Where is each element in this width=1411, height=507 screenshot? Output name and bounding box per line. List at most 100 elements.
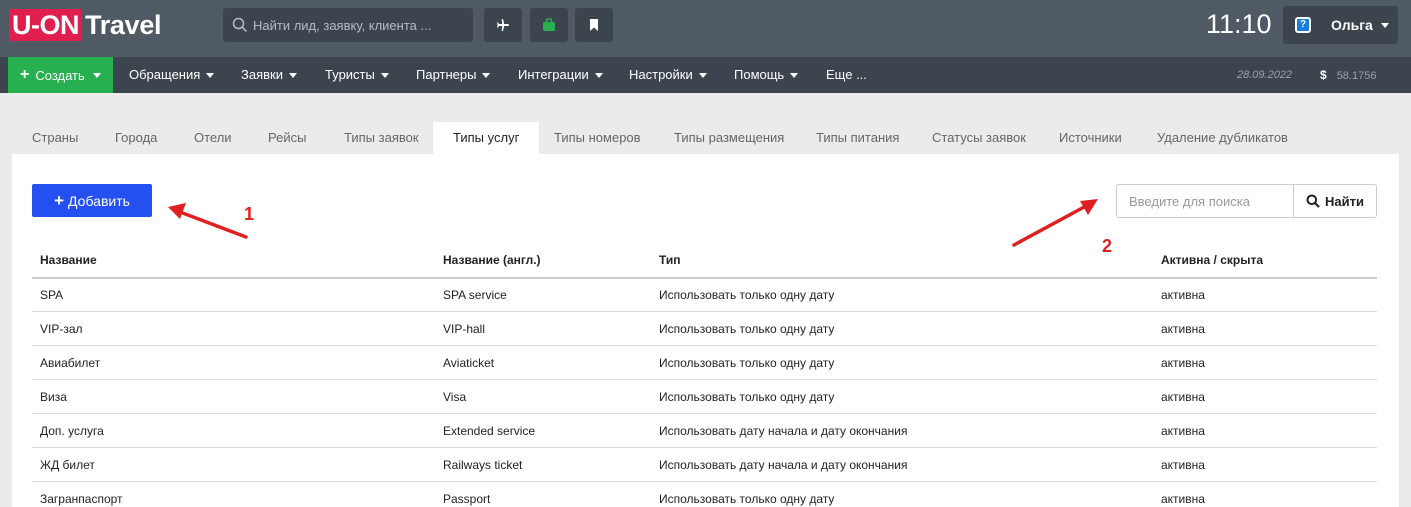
table-cell: активна bbox=[1161, 356, 1205, 370]
user-menu[interactable]: ? Ольга bbox=[1283, 6, 1398, 44]
chevron-down-icon bbox=[288, 73, 297, 79]
chevron-down-icon bbox=[380, 73, 389, 79]
table-cell[interactable]: Виза bbox=[40, 390, 67, 404]
column-header-name-en[interactable]: Название (англ.) bbox=[443, 253, 541, 267]
nav-item-orders[interactable]: Заявки bbox=[241, 57, 297, 93]
table-cell: Использовать только одну дату bbox=[659, 322, 835, 336]
table-cell: Использовать только одну дату bbox=[659, 390, 835, 404]
help-icon[interactable]: ? bbox=[1295, 17, 1311, 33]
search-button-label: Найти bbox=[1325, 193, 1364, 209]
row-divider bbox=[32, 379, 1377, 380]
table-cell: Использовать дату начала и дату окончани… bbox=[659, 458, 908, 472]
search-button[interactable]: Найти bbox=[1293, 184, 1377, 218]
nav-item-requests[interactable]: Обращения bbox=[129, 57, 215, 93]
user-name: Ольга bbox=[1331, 17, 1373, 33]
table-cell[interactable]: Авиабилет bbox=[40, 356, 100, 370]
bookmarks-button[interactable] bbox=[575, 8, 613, 42]
annotation-label-2: 2 bbox=[1102, 236, 1113, 256]
table-cell: SPA service bbox=[443, 288, 507, 302]
column-header-type[interactable]: Тип bbox=[659, 253, 681, 267]
currency-rate[interactable]: $58.1756 bbox=[1320, 57, 1376, 93]
column-header-status[interactable]: Активна / скрыта bbox=[1161, 253, 1263, 267]
row-divider bbox=[32, 311, 1377, 312]
table-cell: Использовать только одну дату bbox=[659, 356, 835, 370]
add-button[interactable]: + Добавить bbox=[32, 184, 152, 217]
chevron-down-icon bbox=[790, 73, 799, 79]
nav-item-label: Еще ... bbox=[826, 67, 867, 82]
search-input[interactable] bbox=[1116, 184, 1294, 218]
chevron-down-icon bbox=[698, 73, 707, 79]
table-cell[interactable]: ЖД билет bbox=[40, 458, 95, 472]
nav-item-label: Помощь bbox=[734, 67, 785, 82]
create-label: Создать bbox=[35, 67, 85, 83]
tab-sources[interactable]: Источники bbox=[1059, 122, 1122, 154]
table-cell[interactable]: Загранпаспорт bbox=[40, 492, 123, 506]
bag-icon bbox=[543, 18, 555, 31]
tab-request-statuses[interactable]: Статусы заявок bbox=[932, 122, 1026, 154]
global-search[interactable] bbox=[223, 8, 473, 42]
create-button[interactable]: + Создать bbox=[8, 57, 113, 93]
flights-button[interactable] bbox=[484, 8, 522, 42]
plane-icon bbox=[497, 19, 509, 31]
chevron-down-icon bbox=[594, 73, 603, 79]
nav-item-help[interactable]: Помощь bbox=[734, 57, 799, 93]
search-icon bbox=[1306, 194, 1320, 208]
chevron-down-icon bbox=[482, 73, 491, 79]
tab-cities[interactable]: Города bbox=[115, 122, 157, 154]
tab-hotels[interactable]: Отели bbox=[194, 122, 232, 154]
table-cell: активна bbox=[1161, 458, 1205, 472]
plus-icon: + bbox=[20, 66, 30, 83]
bookmark-icon bbox=[590, 19, 598, 31]
table-cell: VIP-hall bbox=[443, 322, 486, 336]
tab-service-types[interactable]: Типы услуг bbox=[433, 122, 540, 154]
table-header-divider bbox=[32, 277, 1377, 279]
tab-countries[interactable]: Страны bbox=[32, 122, 78, 154]
logo-text: Travel bbox=[85, 9, 162, 40]
tab-meal-types[interactable]: Типы питания bbox=[816, 122, 899, 154]
column-header-name[interactable]: Название bbox=[40, 253, 97, 267]
table-cell[interactable]: SPA bbox=[40, 288, 63, 302]
nav-item-label: Обращения bbox=[129, 67, 201, 82]
table-cell: Использовать только одну дату bbox=[659, 288, 835, 302]
table-cell: активна bbox=[1161, 390, 1205, 404]
row-divider bbox=[32, 413, 1377, 414]
tab-request-types[interactable]: Типы заявок bbox=[344, 122, 419, 154]
nav-item-partners[interactable]: Партнеры bbox=[416, 57, 491, 93]
table-cell: активна bbox=[1161, 492, 1205, 506]
tab-flights[interactable]: Рейсы bbox=[268, 122, 306, 154]
table-cell[interactable]: VIP-зал bbox=[40, 322, 83, 336]
row-divider bbox=[32, 447, 1377, 448]
table-cell: активна bbox=[1161, 424, 1205, 438]
tours-button[interactable] bbox=[530, 8, 568, 42]
tab-remove-duplicates[interactable]: Удаление дубликатов bbox=[1157, 122, 1288, 154]
top-header: U-ON Travel 11:10 ? Ольга bbox=[0, 0, 1411, 57]
current-date: 28.09.2022 bbox=[1237, 69, 1293, 81]
logo-box: U-ON bbox=[9, 9, 82, 41]
nav-item-settings[interactable]: Настройки bbox=[629, 57, 707, 93]
chevron-down-icon bbox=[1381, 23, 1389, 28]
table-cell: Passport bbox=[443, 492, 491, 506]
annotation-label-1: 1 bbox=[244, 204, 255, 224]
nav-item-integrations[interactable]: Интеграции bbox=[518, 57, 603, 93]
rate-value: 58.1756 bbox=[1336, 70, 1377, 82]
global-search-input[interactable] bbox=[253, 8, 468, 42]
table-cell: Visa bbox=[443, 390, 467, 404]
row-divider bbox=[32, 345, 1377, 346]
app-logo[interactable]: U-ON Travel bbox=[9, 9, 162, 41]
table-cell: Использовать дату начала и дату окончани… bbox=[659, 424, 908, 438]
chevron-down-icon bbox=[206, 73, 215, 79]
clock: 11:10 bbox=[1206, 9, 1272, 39]
search-icon bbox=[232, 17, 248, 33]
table-cell: активна bbox=[1161, 322, 1205, 336]
chevron-down-icon bbox=[93, 73, 101, 78]
nav-item-label: Настройки bbox=[629, 67, 693, 82]
table-cell[interactable]: Доп. услуга bbox=[40, 424, 104, 438]
tab-room-types[interactable]: Типы номеров bbox=[554, 122, 641, 154]
tab-accommodation-types[interactable]: Типы размещения bbox=[674, 122, 784, 154]
dollar-icon: $ bbox=[1320, 68, 1327, 82]
nav-item-more[interactable]: Еще ... bbox=[826, 57, 867, 93]
add-label: Добавить bbox=[68, 192, 130, 209]
nav-item-label: Интеграции bbox=[518, 67, 589, 82]
plus-icon: + bbox=[54, 190, 65, 210]
nav-item-tourists[interactable]: Туристы bbox=[325, 57, 389, 93]
